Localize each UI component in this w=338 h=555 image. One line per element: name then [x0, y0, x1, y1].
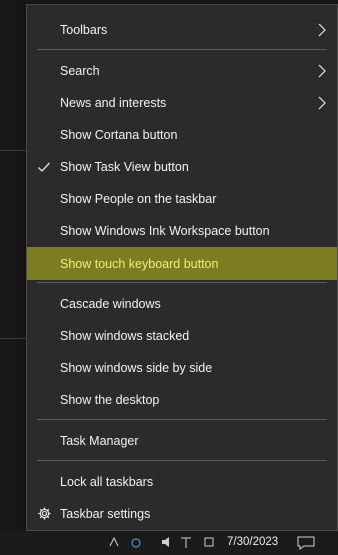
gear-icon [38, 507, 51, 520]
menu-item-label: Lock all taskbars [60, 475, 154, 489]
menu-item-cascade-windows[interactable]: Cascade windows [27, 288, 337, 320]
menu-item-label: Show the desktop [60, 393, 160, 407]
menu-item-label: Show windows stacked [60, 329, 190, 343]
menu-item-show-the-desktop[interactable]: Show the desktop [27, 384, 337, 416]
menu-item-label: News and interests [60, 96, 167, 110]
taskbar-context-menu: Toolbars Search News and interests Show … [26, 4, 338, 531]
menu-item-label: Show Windows Ink Workspace button [60, 224, 270, 238]
chevron-right-icon [318, 96, 326, 110]
menu-item-label: Show People on the taskbar [60, 192, 217, 206]
menu-separator [37, 419, 327, 420]
menu-item-label: Task Manager [60, 434, 139, 448]
menu-item-label: Toolbars [60, 23, 108, 37]
menu-item-toolbars[interactable]: Toolbars [27, 14, 337, 46]
menu-item-show-people-on-taskbar[interactable]: Show People on the taskbar [27, 183, 337, 215]
menu-item-news-and-interests[interactable]: News and interests [27, 87, 337, 119]
input-icon[interactable] [180, 535, 192, 549]
menu-item-label: Taskbar settings [60, 507, 151, 521]
menu-item-label: Show Cortana button [60, 128, 178, 142]
menu-item-label: Show Task View button [60, 160, 189, 174]
checkmark-icon [38, 162, 50, 172]
notification-center-icon[interactable] [297, 536, 315, 550]
chevron-right-icon [318, 64, 326, 78]
network-icon[interactable] [130, 535, 142, 549]
menu-item-label: Show touch keyboard button [60, 256, 219, 271]
menu-item-show-cortana-button[interactable]: Show Cortana button [27, 119, 337, 151]
menu-separator [37, 282, 327, 283]
menu-item-show-windows-ink-workspace-button[interactable]: Show Windows Ink Workspace button [27, 215, 337, 247]
volume-icon[interactable] [160, 535, 172, 549]
menu-item-show-task-view-button[interactable]: Show Task View button [27, 151, 337, 183]
menu-separator [37, 49, 327, 50]
tray-icon[interactable] [108, 535, 120, 549]
chevron-right-icon [318, 23, 326, 37]
notification-area-icon[interactable] [203, 535, 215, 549]
menu-item-show-touch-keyboard-button[interactable]: Show touch keyboard button [27, 247, 337, 280]
menu-item-label: Show windows side by side [60, 361, 213, 375]
menu-item-taskbar-settings[interactable]: Taskbar settings [27, 498, 337, 530]
menu-item-label: Cascade windows [60, 297, 161, 311]
background-divider [0, 338, 26, 339]
taskbar-clock-date[interactable]: 7/30/2023 [227, 536, 278, 548]
menu-item-label: Search [60, 64, 100, 78]
menu-separator [37, 460, 327, 461]
background-divider [0, 150, 26, 151]
menu-item-show-windows-side-by-side[interactable]: Show windows side by side [27, 352, 337, 384]
menu-item-lock-all-taskbars[interactable]: Lock all taskbars [27, 466, 337, 498]
menu-item-search[interactable]: Search [27, 55, 337, 87]
menu-item-show-windows-stacked[interactable]: Show windows stacked [27, 320, 337, 352]
menu-item-task-manager[interactable]: Task Manager [27, 425, 337, 457]
